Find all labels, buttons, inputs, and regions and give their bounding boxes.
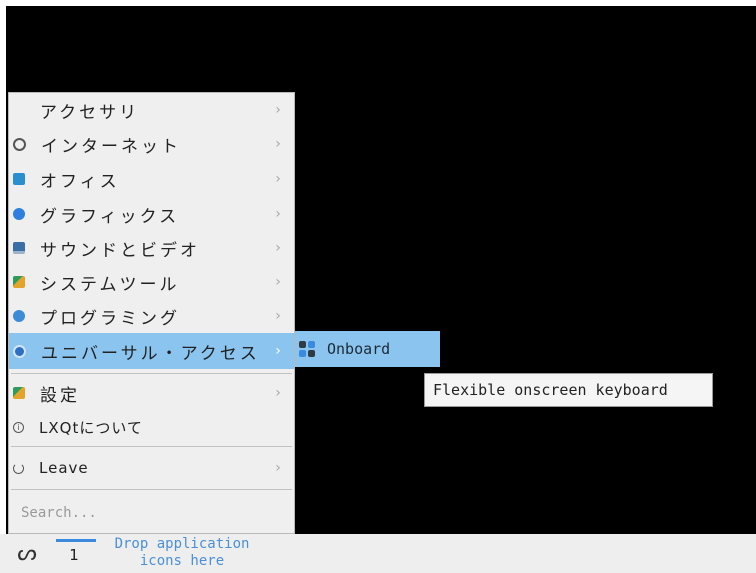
onboard-keyboard-icon <box>299 341 315 357</box>
chevron-right-icon: › <box>275 102 281 118</box>
menu-item-label: Leave <box>39 459 89 477</box>
menu-item-programming[interactable]: プログラミング › <box>9 299 294 333</box>
chevron-right-icon: › <box>275 171 281 187</box>
menu-item-label: アクセサリ <box>40 102 140 123</box>
menu-item-universal-access[interactable]: ユニバーサル・アクセス › <box>9 333 294 369</box>
menu-item-label: グラフィックス <box>40 206 180 227</box>
menu-item-internet[interactable]: インターネット › <box>9 127 294 161</box>
quicklaunch-placeholder: Drop application icons here <box>97 536 267 570</box>
globe-icon <box>13 137 26 151</box>
menu-item-label: サウンドとビデオ <box>40 240 200 261</box>
search-input[interactable]: Search... <box>21 505 97 521</box>
menu-item-system-tools[interactable]: システムツール › <box>9 265 294 299</box>
menu-separator <box>11 373 292 374</box>
chevron-right-icon: › <box>275 308 281 324</box>
office-icon <box>13 173 25 185</box>
menu-item-about-lxqt[interactable]: i LXQtについて <box>9 410 294 444</box>
menu-item-label: LXQtについて <box>39 418 143 437</box>
active-desktop-indicator <box>56 539 96 542</box>
menu-item-sound-video[interactable]: サウンドとビデオ › <box>9 231 294 265</box>
desktop-switch-button[interactable]: 1 <box>62 546 86 564</box>
drop-text-line2: icons here <box>139 553 225 569</box>
taskbar: ᔕ 1 Drop application icons here <box>0 534 756 573</box>
menu-item-settings[interactable]: 設定 › <box>9 376 294 410</box>
menu-separator <box>11 446 292 447</box>
programming-icon <box>13 310 25 322</box>
info-icon: i <box>13 421 24 433</box>
menu-item-label: ユニバーサル・アクセス <box>41 343 260 364</box>
menu-item-office[interactable]: オフィス › <box>9 162 294 196</box>
menu-item-label: システムツール <box>40 274 180 295</box>
application-menu: アクセサリ › インターネット › オフィス › グラフィックス › サウンドと… <box>8 92 295 534</box>
menu-separator <box>11 489 292 490</box>
chevron-right-icon: › <box>275 343 281 359</box>
graphics-icon <box>13 208 25 220</box>
submenu-item-label: Onboard <box>327 340 391 358</box>
chevron-right-icon: › <box>275 274 281 290</box>
chevron-right-icon: › <box>275 460 281 476</box>
menu-item-label: インターネット <box>41 136 181 157</box>
settings-icon <box>13 387 25 399</box>
menu-item-label: オフィス <box>40 171 120 192</box>
chevron-right-icon: › <box>275 206 281 222</box>
tooltip: Flexible onscreen keyboard <box>424 373 713 407</box>
submenu-item-onboard[interactable]: Onboard <box>295 331 440 367</box>
menu-item-label: 設定 <box>40 385 80 406</box>
system-tools-icon <box>13 276 25 288</box>
chevron-right-icon: › <box>275 240 281 256</box>
menu-item-accessories[interactable]: アクセサリ › <box>9 93 294 127</box>
accessories-icon <box>13 104 25 116</box>
menu-item-graphics[interactable]: グラフィックス › <box>9 197 294 231</box>
lxqt-start-icon[interactable]: ᔕ <box>14 540 40 568</box>
accessibility-icon <box>13 344 26 358</box>
chevron-right-icon: › <box>275 385 281 401</box>
drop-text-line1: Drop application <box>114 536 250 552</box>
menu-item-leave[interactable]: Leave › <box>9 451 294 485</box>
chevron-right-icon: › <box>275 136 281 152</box>
power-icon <box>13 462 24 474</box>
menu-item-label: プログラミング <box>40 308 180 329</box>
multimedia-icon <box>13 242 25 254</box>
